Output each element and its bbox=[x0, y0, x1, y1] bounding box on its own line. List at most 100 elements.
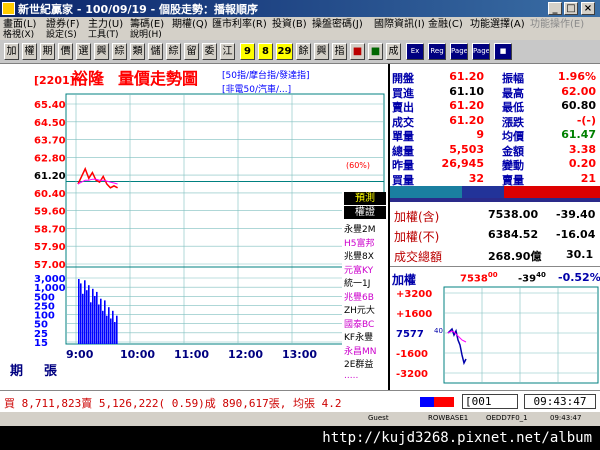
toolbar-button-surplus[interactable]: 餘 bbox=[296, 43, 311, 60]
predict-button[interactable]: 預測 bbox=[344, 192, 386, 205]
menu-invest[interactable]: 投資(B) bbox=[272, 17, 307, 32]
quote-value: 61.10 bbox=[449, 84, 484, 98]
volume-label-lots: 張 bbox=[44, 364, 58, 379]
volume-bar bbox=[96, 291, 98, 344]
toolbar-button-index[interactable]: 指 bbox=[332, 43, 347, 60]
user-status: Guest bbox=[368, 414, 389, 422]
index-without-label: 加權(不) bbox=[394, 230, 440, 244]
total-amount-ratio: 30.1 bbox=[566, 248, 594, 261]
warrant-item[interactable]: 元富KY bbox=[344, 263, 373, 276]
toolbar-button-extra[interactable]: ■ bbox=[494, 43, 512, 60]
quote-value: 61.20 bbox=[449, 99, 484, 112]
warrant-item[interactable]: 兆豐8X bbox=[344, 249, 374, 262]
toolbar-button-xing[interactable]: 興 bbox=[94, 43, 109, 60]
window-title: 新世紀贏家 - 100/09/19 - 個股走勢：播報順序 bbox=[18, 3, 259, 16]
total-amount-value: 268.90億 bbox=[488, 250, 542, 263]
menu-options[interactable]: 期權(Q) bbox=[172, 17, 208, 32]
price-tick-label: 62.80 bbox=[34, 153, 66, 164]
toolbar-button-deal[interactable]: 成 bbox=[386, 43, 401, 60]
buy-strip bbox=[390, 186, 462, 198]
clock: 09:43:47 bbox=[524, 394, 596, 409]
price-tick-label: 57.90 bbox=[34, 242, 66, 253]
quote-value: 21 bbox=[580, 171, 596, 185]
quote-value: 32 bbox=[468, 171, 484, 185]
warrant-item[interactable]: 兆豐6B bbox=[344, 290, 374, 303]
warrant-button[interactable]: 權證 bbox=[344, 206, 386, 219]
chart-grid bbox=[66, 94, 384, 344]
toolbar-button-keep[interactable]: 留 bbox=[184, 43, 199, 60]
menu-bar-secondary: 格視(X) 設定(S) 工具(T) 說明(H) bbox=[0, 30, 600, 40]
watermark-url: http://kujd3268.pixnet.net/album bbox=[322, 430, 592, 446]
quote-row: 買進 61.10 最高 62.00 bbox=[390, 84, 600, 100]
stock-code: [2201] bbox=[34, 74, 75, 87]
quote-value: 3.38 bbox=[568, 142, 596, 156]
toolbar-button-category[interactable]: 類 bbox=[130, 43, 145, 60]
warrant-item[interactable]: 2E群益 bbox=[344, 357, 373, 370]
index-block: 加權(含) 7538.00 -39.40 加權(不) 6384.52 -16.0… bbox=[390, 202, 600, 264]
toolbar-button-tool-b[interactable]: ■ bbox=[368, 43, 383, 60]
menu-function-operate[interactable]: 功能操作(E) bbox=[530, 17, 584, 32]
warrant-item[interactable]: 永豐2M bbox=[344, 222, 376, 235]
menu-forex[interactable]: 匯市利率(R) bbox=[212, 17, 267, 32]
menu-international[interactable]: 國際資訊(I) bbox=[374, 17, 425, 32]
menu-function-select[interactable]: 功能選擇(A) bbox=[470, 17, 525, 32]
toolbar-button-composite-2[interactable]: 綜 bbox=[166, 43, 181, 60]
mini-tick-label: +3200 bbox=[396, 289, 432, 300]
code-input[interactable]: [001 bbox=[462, 394, 518, 409]
maximize-button[interactable]: □ bbox=[564, 2, 578, 15]
volume-bar bbox=[106, 315, 108, 344]
warrant-item[interactable]: H5富邦 bbox=[344, 236, 375, 249]
server-status: ROWBASE1 bbox=[428, 414, 469, 422]
toolbar-button-commission[interactable]: 委 bbox=[202, 43, 217, 60]
warrant-item[interactable]: 永昌MN bbox=[344, 344, 377, 357]
minimize-button[interactable]: _ bbox=[548, 2, 562, 15]
toolbar-button-tool-a[interactable]: ■ bbox=[350, 43, 365, 60]
menu-trading-code[interactable]: 操盤密碼(J) bbox=[312, 17, 363, 32]
warrant-item[interactable]: ZH元大 bbox=[344, 303, 375, 316]
volume-bar bbox=[78, 279, 80, 344]
buy-sell-strip bbox=[390, 186, 600, 202]
price-tick-label: 57.00 bbox=[34, 260, 66, 271]
toolbar-button-futures[interactable]: 期 bbox=[40, 43, 55, 60]
index-tag-2: [非電50/汽車/...] bbox=[222, 83, 291, 95]
warrant-item[interactable]: KF永豐 bbox=[344, 330, 373, 343]
ref-label: (60%) bbox=[346, 161, 370, 170]
toolbar-button-8[interactable]: 8 bbox=[258, 43, 273, 60]
toolbar: 加 權 期 價 選 興 綜 類 儲 綜 留 委 江 9 8 29 餘 興 指 ■… bbox=[0, 40, 600, 64]
volume-bar bbox=[110, 318, 112, 344]
toolbar-button-page-down[interactable]: Page bbox=[472, 43, 490, 60]
toolbar-button-store[interactable]: 儲 bbox=[148, 43, 163, 60]
mini-index-chart: 加權 753800 -3940 -0.52% +3200 +1600 7577 -16… bbox=[390, 266, 600, 390]
toolbar-button-weighted[interactable]: 加 bbox=[4, 43, 19, 60]
toolbar-button-ex[interactable]: Ex bbox=[406, 43, 424, 60]
toolbar-button-xing-2[interactable]: 興 bbox=[314, 43, 329, 60]
price-tick-label: 61.20 bbox=[34, 171, 66, 182]
price-tick-label: 60.40 bbox=[34, 189, 66, 200]
mini-plot: +3200 +1600 7577 -1600 -3200 40 bbox=[396, 286, 599, 384]
warrant-item[interactable]: 統一1J bbox=[344, 276, 370, 289]
quote-row: 開盤 61.20 振幅 1.96% bbox=[390, 70, 600, 85]
toolbar-button-select[interactable]: 選 bbox=[76, 43, 91, 60]
quote-value: 26,945 bbox=[441, 157, 484, 170]
quote-value: 60.80 bbox=[561, 99, 596, 112]
toolbar-button-jiang[interactable]: 江 bbox=[220, 43, 235, 60]
menu-finance[interactable]: 金融(C) bbox=[428, 17, 463, 32]
toolbar-button-page-up[interactable]: Page bbox=[450, 43, 468, 60]
quote-row: 成交 61.20 漲跌 -(-) bbox=[390, 114, 600, 129]
mini-axis: +3200 +1600 7577 -1600 -3200 bbox=[396, 289, 432, 380]
toolbar-button-rights[interactable]: 權 bbox=[22, 43, 37, 60]
warrant-item[interactable]: 國泰BC bbox=[344, 317, 374, 330]
toolbar-button-price[interactable]: 價 bbox=[58, 43, 73, 60]
close-button[interactable]: × bbox=[581, 2, 595, 15]
mini-ref-sub: 40 bbox=[434, 327, 443, 335]
time-tick-label: 9:00 bbox=[66, 348, 94, 361]
plot-frame bbox=[65, 93, 385, 345]
index-with-label: 加權(含) bbox=[394, 210, 440, 224]
toolbar-button-9[interactable]: 9 bbox=[240, 43, 255, 60]
warrant-item[interactable]: ..... bbox=[344, 371, 358, 381]
price-axis: 65.40 64.50 63.70 62.80 61.20 60.40 59.60 58.70… bbox=[34, 100, 66, 271]
toolbar-button-29[interactable]: 29 bbox=[276, 43, 293, 60]
toolbar-button-composite[interactable]: 綜 bbox=[112, 43, 127, 60]
volume-bar bbox=[94, 296, 96, 344]
toolbar-button-reg[interactable]: Reg bbox=[428, 43, 446, 60]
